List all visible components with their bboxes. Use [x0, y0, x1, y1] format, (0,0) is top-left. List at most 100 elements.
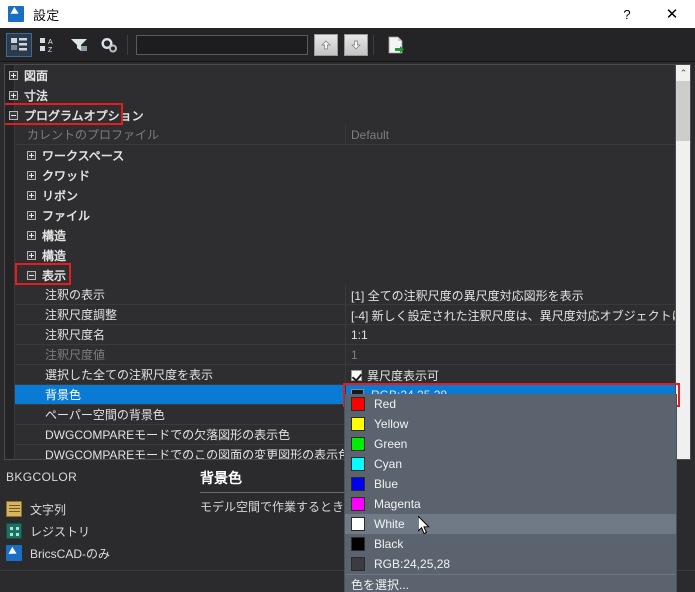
row-label-text: DWGCOMPAREモードでのこの図面の変更図形の表示色 — [45, 448, 351, 460]
row-label-text: ワークスペース — [42, 148, 125, 163]
expand-icon[interactable] — [27, 190, 36, 200]
checkbox[interactable] — [351, 369, 362, 381]
settings-row[interactable]: 選択した全ての注釈尺度を表示 異尺度表示可 — [5, 364, 677, 385]
row-gutter — [5, 404, 15, 425]
find-previous-button[interactable] — [314, 33, 338, 56]
window-controls: ? ✕ — [605, 0, 695, 28]
row-gutter — [5, 384, 15, 405]
row-gutter — [5, 444, 15, 459]
dropdown-option[interactable]: Cyan — [345, 454, 676, 474]
expand-icon[interactable] — [9, 70, 18, 80]
row-value-text: 1 — [351, 348, 358, 362]
dropdown-option[interactable]: Green — [345, 434, 676, 454]
dropdown-option[interactable]: Blue — [345, 474, 676, 494]
row-label: DWGCOMPAREモードでのこの図面の変更図形の表示色 — [45, 446, 351, 460]
tree-group-row[interactable]: 構造 — [5, 225, 677, 245]
row-label-text: プログラムオプション — [24, 108, 144, 123]
export-settings-icon[interactable] — [383, 33, 409, 57]
color-swatch — [351, 557, 365, 571]
window-title: 設定 — [33, 7, 60, 23]
dropdown-option-label: Red — [374, 397, 397, 411]
color-swatch — [351, 417, 365, 431]
toolbar-separator — [127, 34, 128, 55]
tree-group-row[interactable]: 寸法 — [5, 85, 677, 105]
row-gutter — [5, 265, 15, 285]
search-input[interactable] — [136, 34, 308, 55]
tree-group-row[interactable]: プログラムオプション — [5, 105, 677, 125]
tree-group-row[interactable]: 構造 — [5, 245, 677, 265]
filter-icon[interactable] — [66, 33, 92, 57]
expand-icon[interactable] — [27, 250, 36, 260]
expand-icon[interactable] — [27, 150, 36, 160]
row-value[interactable]: [1] 全ての注釈尺度の異尺度対応図形を表示 — [345, 285, 677, 305]
dropdown-option[interactable]: White — [345, 514, 676, 534]
row-gutter — [5, 165, 15, 185]
tree-group-row[interactable]: 図面 — [5, 65, 677, 85]
row-value[interactable]: Default — [345, 125, 677, 145]
toolbar: A Z — [0, 28, 695, 62]
settings-row[interactable]: 注釈尺度名 1:1 — [5, 324, 677, 345]
row-label: 注釈尺度値 — [45, 346, 105, 363]
collapse-icon[interactable] — [27, 270, 36, 280]
dropdown-choose-color-option[interactable]: 色を選択... — [345, 574, 676, 592]
search-field[interactable] — [137, 36, 307, 55]
scroll-up-button[interactable]: ⌃ — [676, 65, 690, 81]
close-button[interactable]: ✕ — [649, 0, 695, 28]
settings-row[interactable]: 注釈尺度調整 [-4] 新しく設定された注釈尺度は、異尺度対応オブジェクトに追加さ… — [5, 304, 677, 325]
tree-view-icon[interactable] — [6, 32, 32, 57]
row-value[interactable]: [-4] 新しく設定された注釈尺度は、異尺度対応オブジェクトに追加され — [345, 305, 677, 325]
sort-az-icon[interactable]: A Z — [36, 33, 62, 57]
dropdown-option[interactable]: RGB:24,25,28 — [345, 554, 676, 574]
row-value-text: Default — [351, 128, 390, 142]
help-button[interactable]: ? — [605, 0, 649, 28]
settings-gear-icon[interactable] — [96, 33, 122, 57]
row-label-text: 寸法 — [24, 88, 49, 103]
svg-text:A: A — [48, 39, 53, 46]
row-gutter — [5, 205, 15, 225]
expand-icon[interactable] — [9, 90, 18, 100]
row-label-text: 構造 — [42, 228, 67, 243]
dropdown-option-label: Blue — [374, 477, 399, 491]
variable-property: 文字列 — [6, 498, 196, 520]
variable-property-label: 文字列 — [30, 502, 67, 517]
row-gutter — [5, 185, 15, 205]
dropdown-option-label: RGB:24,25,28 — [374, 557, 451, 571]
tree-group-row[interactable]: 表示 — [5, 265, 677, 285]
settings-row[interactable]: カレントのプロファイル Default — [5, 124, 677, 145]
row-label: クワッド — [27, 167, 90, 184]
settings-row[interactable]: 注釈尺度値 1 — [5, 344, 677, 365]
description-block: 背景色 モデル空間で作業するときの作 — [200, 468, 360, 515]
variable-property: BricsCAD-のみ — [6, 542, 196, 564]
settings-dialog: 設定 ? ✕ A Z 図面 寸法 プログラムオプション カレントのプロファイル … — [0, 0, 695, 592]
background-color-dropdown[interactable]: Red Yellow Green Cyan Blue Magenta White Black R… — [344, 394, 677, 592]
settings-row[interactable]: 注釈の表示 [1] 全ての注釈尺度の異尺度対応図形を表示 — [5, 284, 677, 305]
expand-icon[interactable] — [27, 210, 36, 220]
vertical-scrollbar[interactable]: ⌃ ⌄ — [675, 65, 690, 459]
row-label: 構造 — [27, 227, 66, 244]
tree-group-row[interactable]: ファイル — [5, 205, 677, 225]
bricscad-icon — [6, 545, 22, 561]
dropdown-option[interactable]: Magenta — [345, 494, 676, 514]
dropdown-option[interactable]: Red — [345, 394, 676, 414]
row-value[interactable]: 異尺度表示可 — [345, 365, 677, 385]
row-label-text: 図面 — [24, 68, 49, 83]
tree-group-row[interactable]: ワークスペース — [5, 145, 677, 165]
registry-icon — [6, 523, 22, 539]
tree-group-row[interactable]: クワッド — [5, 165, 677, 185]
row-label: プログラムオプション — [9, 107, 144, 124]
row-gutter — [5, 284, 15, 305]
row-value[interactable]: 1 — [345, 345, 677, 365]
row-value[interactable]: 1:1 — [345, 325, 677, 345]
color-swatch — [351, 457, 365, 471]
scroll-thumb[interactable] — [676, 81, 690, 141]
collapse-icon[interactable] — [9, 110, 18, 120]
row-label: ペーパー空間の背景色 — [45, 406, 165, 423]
dropdown-option[interactable]: Yellow — [345, 414, 676, 434]
expand-icon[interactable] — [27, 230, 36, 240]
tree-group-row[interactable]: リボン — [5, 185, 677, 205]
expand-icon[interactable] — [27, 170, 36, 180]
dropdown-option[interactable]: Black — [345, 534, 676, 554]
find-next-button[interactable] — [344, 33, 368, 56]
variable-info: BKGCOLOR 文字列 レジストリ BricsCAD-のみ — [6, 470, 196, 564]
row-label: 構造 — [27, 247, 66, 264]
